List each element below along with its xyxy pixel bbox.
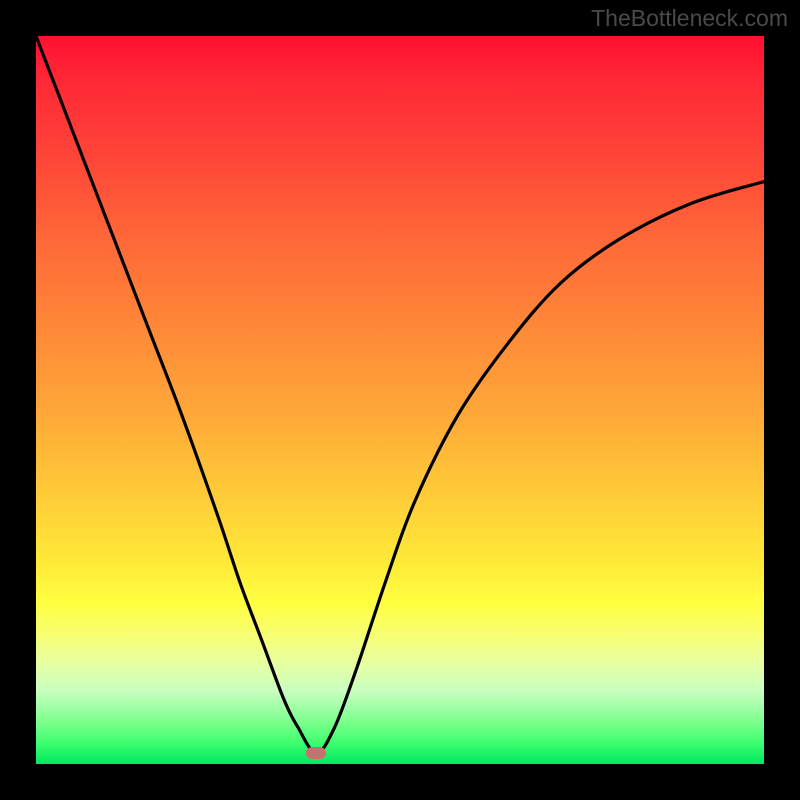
chart-plot-area xyxy=(36,36,764,764)
bottleneck-curve xyxy=(36,36,764,764)
optimal-point-marker xyxy=(306,747,326,759)
watermark-text: TheBottleneck.com xyxy=(591,5,788,32)
